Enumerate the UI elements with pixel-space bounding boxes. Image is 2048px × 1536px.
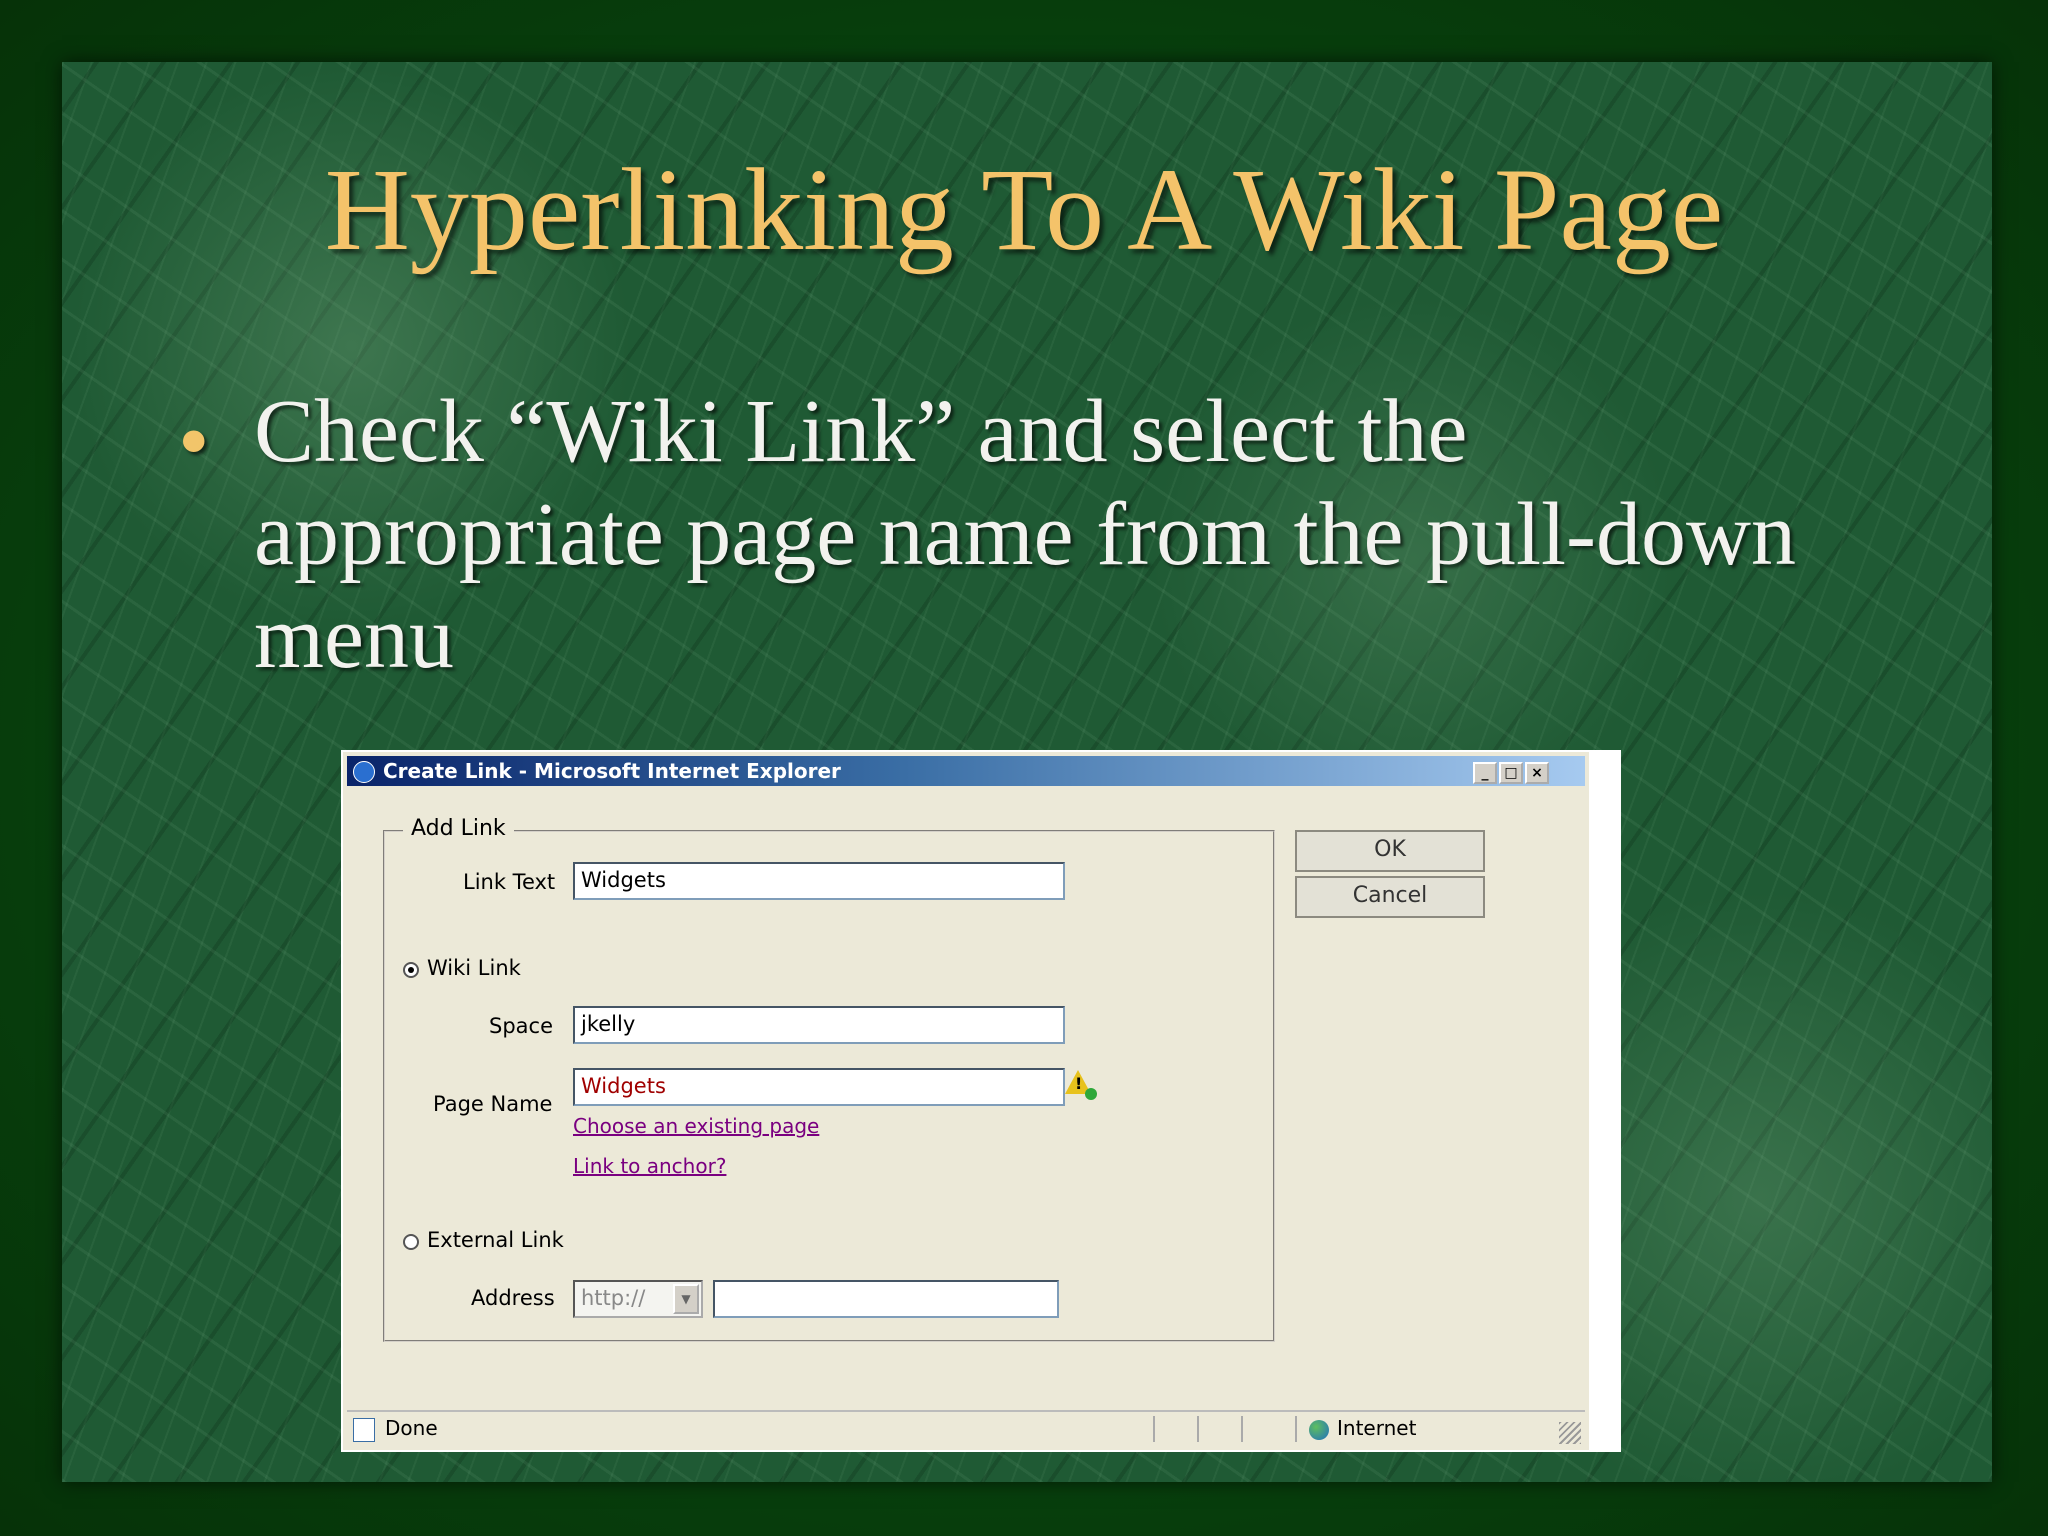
resize-grip-icon[interactable] <box>1559 1422 1581 1444</box>
choose-existing-page-link[interactable]: Choose an existing page <box>573 1114 819 1138</box>
page-icon <box>353 1418 375 1442</box>
wiki-link-radio[interactable] <box>403 962 419 978</box>
dropdown-arrow-icon[interactable]: ▼ <box>673 1284 699 1314</box>
space-label: Space <box>489 1014 553 1038</box>
minimize-button[interactable]: _ <box>1473 762 1497 784</box>
add-link-legend: Add Link <box>403 816 514 841</box>
status-separator <box>1241 1416 1243 1442</box>
page-name-label: Page Name <box>433 1092 553 1116</box>
maximize-button[interactable]: □ <box>1499 762 1523 784</box>
bullet-marker: • <box>178 392 210 491</box>
close-button[interactable]: × <box>1525 762 1549 784</box>
create-link-dialog: Create Link - Microsoft Internet Explore… <box>341 750 1621 1452</box>
cancel-button[interactable]: Cancel <box>1295 876 1485 918</box>
address-input[interactable] <box>713 1280 1059 1318</box>
dialog-title: Create Link - Microsoft Internet Explore… <box>383 759 841 783</box>
status-bar: Done Internet <box>347 1410 1585 1446</box>
ie-icon <box>353 761 375 783</box>
space-input[interactable]: jkelly <box>573 1006 1065 1044</box>
page-name-input[interactable]: Widgets <box>573 1068 1065 1106</box>
protocol-select-value: http:// <box>581 1286 646 1310</box>
warning-icon-mark: ! <box>1075 1074 1083 1093</box>
globe-icon <box>1309 1420 1329 1440</box>
status-separator <box>1295 1416 1297 1442</box>
link-text-input[interactable]: Widgets <box>573 862 1065 900</box>
external-link-label: External Link <box>427 1228 564 1252</box>
bullet-text: Check “Wiki Link” and select the appropr… <box>254 382 1796 687</box>
protocol-select[interactable]: http:// ▼ <box>573 1280 703 1318</box>
slide-title: Hyperlinking To A Wiki Page <box>324 144 1724 275</box>
external-link-radio[interactable] <box>403 1234 419 1250</box>
dialog-titlebar[interactable]: Create Link - Microsoft Internet Explore… <box>347 756 1585 786</box>
status-separator <box>1197 1416 1199 1442</box>
ok-button[interactable]: OK <box>1295 830 1485 872</box>
link-text-label: Link Text <box>463 870 556 894</box>
zone-text: Internet <box>1337 1416 1417 1440</box>
status-text: Done <box>385 1416 438 1440</box>
address-label: Address <box>471 1286 555 1310</box>
wiki-link-label: Wiki Link <box>427 956 521 980</box>
link-to-anchor-link[interactable]: Link to anchor? <box>573 1154 726 1178</box>
window-edge <box>1589 752 1619 1450</box>
status-separator <box>1153 1416 1155 1442</box>
warning-badge-icon <box>1085 1088 1097 1100</box>
